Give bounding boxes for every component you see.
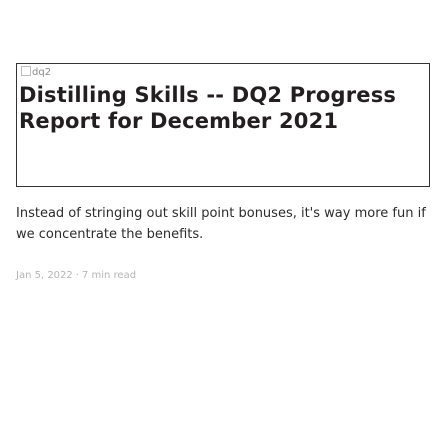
post-excerpt: Instead of stringing out skill point bon…	[16, 206, 426, 242]
post-image-alt: dq2	[32, 67, 52, 78]
broken-image-icon	[21, 66, 31, 76]
page: dq2 Distilling Skills -- DQ2 Progress Re…	[0, 0, 448, 448]
post-read-time: 7 min read	[81, 270, 137, 281]
post-meta: Jan 5, 2022 · 7 min read	[16, 269, 136, 283]
post-image-placeholder: dq2	[21, 66, 51, 79]
post-card-link[interactable]: dq2 Distilling Skills -- DQ2 Progress Re…	[16, 63, 430, 187]
post-date: Jan 5, 2022	[16, 270, 73, 281]
meta-separator: ·	[75, 270, 79, 281]
post-title[interactable]: Distilling Skills -- DQ2 Progress Report…	[19, 82, 424, 134]
